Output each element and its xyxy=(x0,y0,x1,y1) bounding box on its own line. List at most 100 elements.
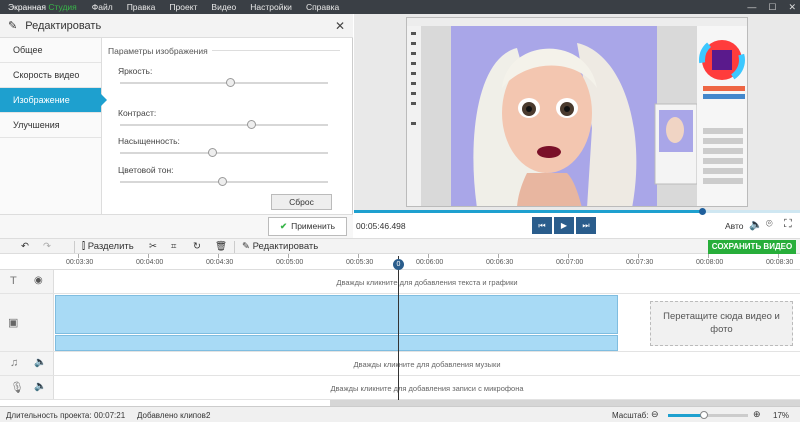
image-params: Параметры изображения Яркость: Контраст:… xyxy=(108,38,348,214)
video-clip[interactable] xyxy=(55,295,618,334)
app-title-prefix: Экранная xyxy=(8,2,49,12)
saturation-slider-handle[interactable] xyxy=(207,148,217,157)
zoom-slider-handle[interactable] xyxy=(700,411,708,419)
minimize-button[interactable]: — xyxy=(747,2,756,12)
ruler-tick-mark xyxy=(78,254,79,258)
preview-image xyxy=(407,18,747,206)
redo-icon[interactable]: ↷ xyxy=(43,240,51,254)
save-video-button[interactable]: СОХРАНИТЬ ВИДЕО xyxy=(708,240,796,254)
undo-icon[interactable]: ↶ xyxy=(21,240,29,254)
eye-icon[interactable]: ◉ xyxy=(34,275,43,286)
saturation-slider[interactable] xyxy=(120,148,328,157)
contrast-slider-handle[interactable] xyxy=(247,120,257,129)
menu-settings[interactable]: Настройки xyxy=(243,2,299,12)
menu-edit[interactable]: Правка xyxy=(120,2,163,12)
music-track[interactable]: ♫ 🔈 Дважды кликните для добавления музык… xyxy=(0,352,800,376)
ruler-tick: 00:05:00 xyxy=(276,259,304,266)
edit-panel: ✎ Редактировать ✕ Общее Скорость видео И… xyxy=(0,14,353,238)
video-preview[interactable] xyxy=(354,14,800,210)
ruler-tick: 00:04:00 xyxy=(136,259,164,266)
edit-button-label: Редактировать xyxy=(252,241,319,252)
next-frame-button[interactable]: ⏭ xyxy=(576,217,596,234)
current-time: 00:05:46.498 xyxy=(356,221,406,231)
timeline-toolbar: ↶ ↷ ⫿ Разделить ✂ ⌗ ↻ 🗑 ✎ Редактировать … xyxy=(0,238,800,254)
nav-image[interactable]: Изображение xyxy=(0,88,107,113)
music-note-icon: ♫ xyxy=(10,357,19,369)
media-dropzone[interactable]: Перетащите сюда видео и фото xyxy=(650,301,793,346)
playhead-handle[interactable]: 0 xyxy=(393,259,404,270)
delete-icon[interactable]: 🗑 xyxy=(215,240,227,254)
clips-label: Добавлено клипов: xyxy=(137,411,209,420)
progress-handle[interactable] xyxy=(698,208,706,215)
ruler-tick-mark xyxy=(568,254,569,258)
playhead-line[interactable] xyxy=(398,256,399,400)
brightness-slider[interactable] xyxy=(120,78,328,87)
ruler-tick: 00:07:30 xyxy=(626,259,654,266)
zoom-in-icon[interactable]: ⊕ xyxy=(753,409,761,420)
video-clip-audio[interactable] xyxy=(55,335,618,351)
ruler-tick-mark xyxy=(428,254,429,258)
edit-panel-title: Редактировать xyxy=(25,19,102,32)
edit-icon: ✎ xyxy=(242,241,253,252)
menu-video[interactable]: Видео xyxy=(204,2,243,12)
volume-icon[interactable]: 🔈 xyxy=(749,218,763,231)
hue-slider[interactable] xyxy=(120,177,328,186)
video-track-header: ▣ xyxy=(0,294,54,351)
menu-help[interactable]: Справка xyxy=(299,2,346,12)
film-icon: ▣ xyxy=(8,317,19,329)
contrast-slider[interactable] xyxy=(120,120,328,129)
apply-button[interactable]: ✔ Применить xyxy=(268,217,347,236)
edit-nav: Общее Скорость видео Изображение Улучшен… xyxy=(0,38,107,214)
skip-forward-icon: ⏭ xyxy=(582,221,590,230)
music-track-header: ♫ 🔈 xyxy=(0,352,54,375)
volume-icon[interactable]: 🔈 xyxy=(34,381,46,392)
fullscreen-icon[interactable]: ⛶ xyxy=(784,218,792,231)
nav-general[interactable]: Общее xyxy=(0,38,101,63)
text-track-header: T ◉ xyxy=(0,270,54,293)
rotate-icon[interactable]: ↻ xyxy=(193,240,201,254)
nav-enhancements[interactable]: Улучшения xyxy=(0,113,101,138)
ruler-tick-mark xyxy=(288,254,289,258)
brightness-slider-handle[interactable] xyxy=(226,78,236,87)
apply-button-label: Применить xyxy=(291,221,336,231)
timeline-tracks: T ◉ Дважды кликните для добавления текст… xyxy=(0,270,800,408)
reset-button[interactable]: Сброс xyxy=(271,194,332,210)
mic-track-hint: Дважды кликните для добавления записи с … xyxy=(330,384,524,393)
clips-value: 2 xyxy=(206,411,211,420)
ruler-tick-mark xyxy=(148,254,149,258)
text-track[interactable]: T ◉ Дважды кликните для добавления текст… xyxy=(0,270,800,294)
close-icon[interactable]: ✕ xyxy=(335,19,345,33)
params-title: Параметры изображения xyxy=(108,46,212,56)
music-track-hint: Дважды кликните для добавления музыки xyxy=(353,360,501,369)
maximize-button[interactable]: ☐ xyxy=(768,2,776,13)
split-button[interactable]: ⫿ Разделить xyxy=(82,240,134,254)
play-button[interactable]: ▶ xyxy=(554,217,574,234)
quality-auto[interactable]: Авто xyxy=(725,221,744,231)
text-icon: T xyxy=(10,275,17,287)
ruler-tick-mark xyxy=(218,254,219,258)
menu-file[interactable]: Файл xyxy=(85,2,120,12)
mic-track[interactable]: 🎙 🔈 Дважды кликните для добавления запис… xyxy=(0,376,800,400)
progress-bar[interactable] xyxy=(354,208,800,215)
edit-panel-header: ✎ Редактировать ✕ xyxy=(0,14,353,38)
ruler-tick-mark xyxy=(778,254,779,258)
ruler-tick-mark xyxy=(708,254,709,258)
camera-icon[interactable]: ⌾ xyxy=(766,218,773,231)
hue-slider-handle[interactable] xyxy=(217,177,227,186)
text-track-hint: Дважды кликните для добавления текста и … xyxy=(336,278,518,287)
cut-icon[interactable]: ✂ xyxy=(149,240,157,254)
check-icon: ✔ xyxy=(279,221,288,231)
zoom-slider[interactable] xyxy=(668,411,748,419)
prev-frame-button[interactable]: ⏮ xyxy=(532,217,552,234)
close-window-button[interactable]: ✕ xyxy=(788,2,796,13)
crop-icon[interactable]: ⌗ xyxy=(171,240,176,254)
edit-button[interactable]: ✎ Редактировать xyxy=(242,240,318,254)
preview-frame xyxy=(406,17,748,207)
nav-video-speed[interactable]: Скорость видео xyxy=(0,63,101,88)
volume-icon[interactable]: 🔈 xyxy=(34,357,46,368)
menu-project[interactable]: Проект xyxy=(162,2,204,12)
saturation-label: Насыщенность: xyxy=(118,136,180,146)
zoom-out-icon[interactable]: ⊖ xyxy=(651,409,659,420)
app-title: Экранная Студия xyxy=(0,2,85,12)
skip-back-icon: ⏮ xyxy=(538,221,546,230)
